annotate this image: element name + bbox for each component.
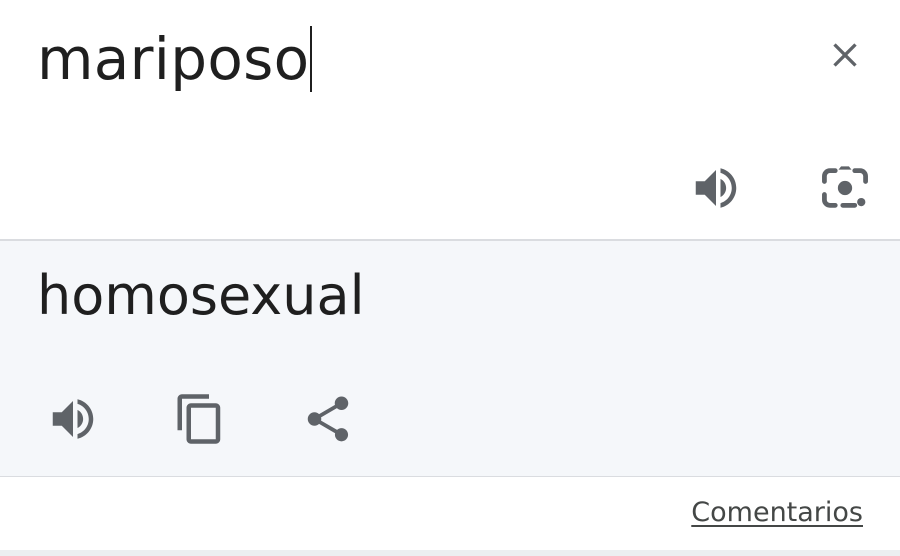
google-lens-icon bbox=[822, 166, 868, 208]
clear-button[interactable] bbox=[820, 30, 870, 80]
source-listen-button[interactable] bbox=[688, 160, 744, 216]
translate-page: mariposo homosexual Comentarios bbox=[0, 0, 900, 556]
footer: Comentarios bbox=[0, 477, 900, 550]
translation-panel: homosexual bbox=[0, 241, 900, 476]
volume-up-icon bbox=[52, 399, 94, 439]
bottom-separator bbox=[0, 550, 900, 556]
text-caret bbox=[310, 26, 313, 92]
source-input[interactable]: mariposo bbox=[37, 24, 313, 94]
feedback-link[interactable]: Comentarios bbox=[691, 497, 863, 528]
translation-listen-button[interactable] bbox=[45, 391, 101, 447]
volume-up-icon bbox=[695, 168, 737, 208]
translation-text: homosexual bbox=[37, 264, 365, 327]
share-icon bbox=[307, 396, 349, 442]
camera-input-button[interactable] bbox=[816, 160, 874, 216]
source-text[interactable]: mariposo bbox=[37, 30, 309, 88]
source-panel: mariposo bbox=[0, 0, 900, 239]
copy-icon bbox=[177, 394, 221, 444]
copy-button[interactable] bbox=[172, 391, 228, 447]
share-button[interactable] bbox=[300, 391, 356, 447]
close-icon bbox=[833, 43, 857, 67]
